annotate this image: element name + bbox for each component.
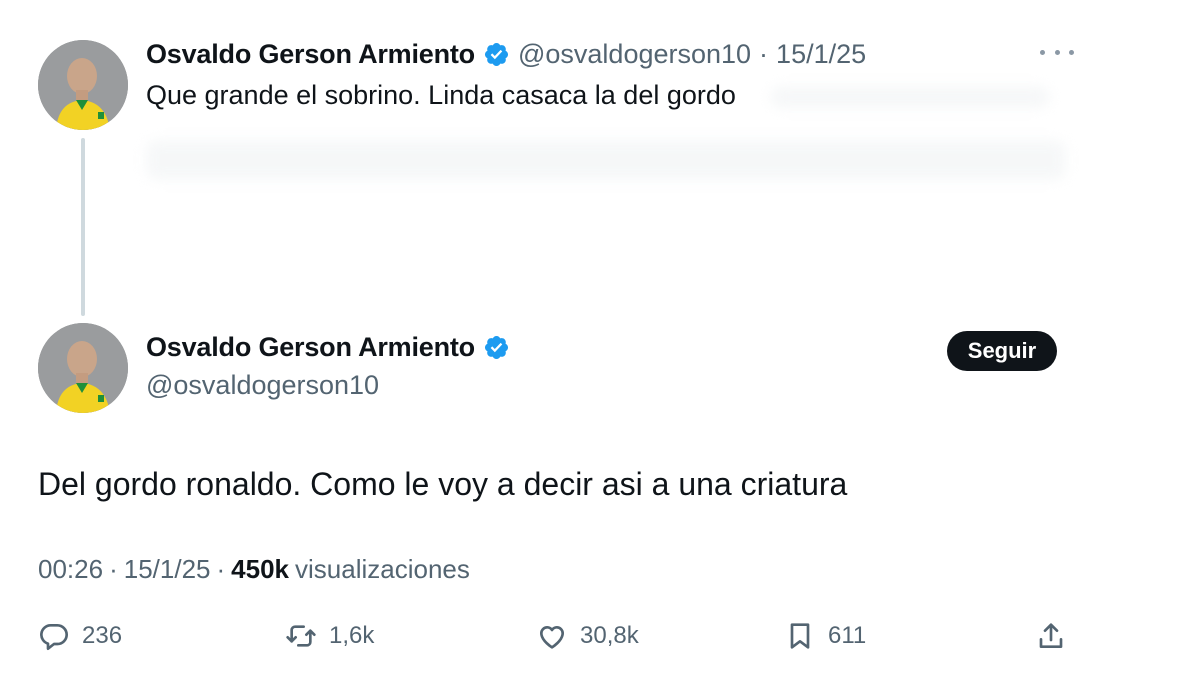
retweet-count: 1,6k [329, 622, 375, 649]
tweet-date[interactable]: 15/1/25 [124, 554, 211, 585]
like-icon [540, 626, 564, 649]
header-separator: · [759, 38, 769, 69]
redacted-area [770, 86, 1050, 108]
bookmark-count: 611 [828, 622, 867, 649]
views-label: visualizaciones [295, 554, 470, 584]
reply-count: 236 [82, 622, 123, 649]
verified-badge-icon [484, 42, 509, 66]
retweet-icon [286, 625, 316, 647]
bookmark-action[interactable]: 611 [784, 616, 866, 656]
reply-author-name[interactable]: Osvaldo Gerson Armiento [146, 39, 475, 70]
reply-icon [40, 624, 68, 650]
main-author-handle[interactable]: @osvaldogerson10 [146, 370, 379, 401]
bookmark-icon [790, 623, 810, 649]
meta-separator: · [216, 554, 226, 584]
thread-connector-line [81, 138, 85, 316]
reply-action[interactable]: 236 [38, 616, 122, 656]
verified-badge-icon [484, 335, 509, 360]
more-icon[interactable] [1040, 42, 1074, 62]
like-count: 30,8k [580, 622, 639, 649]
share-action[interactable] [1035, 616, 1067, 656]
retweet-action[interactable]: 1,6k [285, 616, 374, 656]
tweet-text: Del gordo ronaldo. Como le voy a decir a… [38, 466, 848, 502]
main-author-name[interactable]: Osvaldo Gerson Armiento [146, 332, 475, 363]
follow-button[interactable]: Seguir [947, 331, 1057, 371]
main-author-header: Osvaldo Gerson Armiento [146, 332, 510, 363]
reply-header: Osvaldo Gerson Armiento @osvaldogerson10… [146, 34, 866, 74]
redacted-area-2 [146, 140, 1066, 180]
reply-author-avatar[interactable] [38, 40, 128, 130]
avatar-photo [38, 323, 128, 413]
like-action[interactable]: 30,8k [536, 616, 639, 656]
reply-text: Que grande el sobrino. Linda casaca la d… [146, 80, 736, 110]
tweet-time[interactable]: 00:26 [38, 554, 103, 585]
views-count[interactable]: 450k [231, 554, 289, 585]
share-icon [1039, 623, 1063, 648]
meta-separator: · [109, 554, 118, 584]
main-author-avatar[interactable] [38, 323, 128, 413]
reply-author-handle[interactable]: @osvaldogerson10 [518, 39, 751, 70]
tweet-meta: 00:26 · 15/1/25 · 450k visualizaciones [38, 554, 470, 585]
avatar-photo [38, 40, 128, 130]
reply-date[interactable]: 15/1/25 [776, 39, 866, 70]
